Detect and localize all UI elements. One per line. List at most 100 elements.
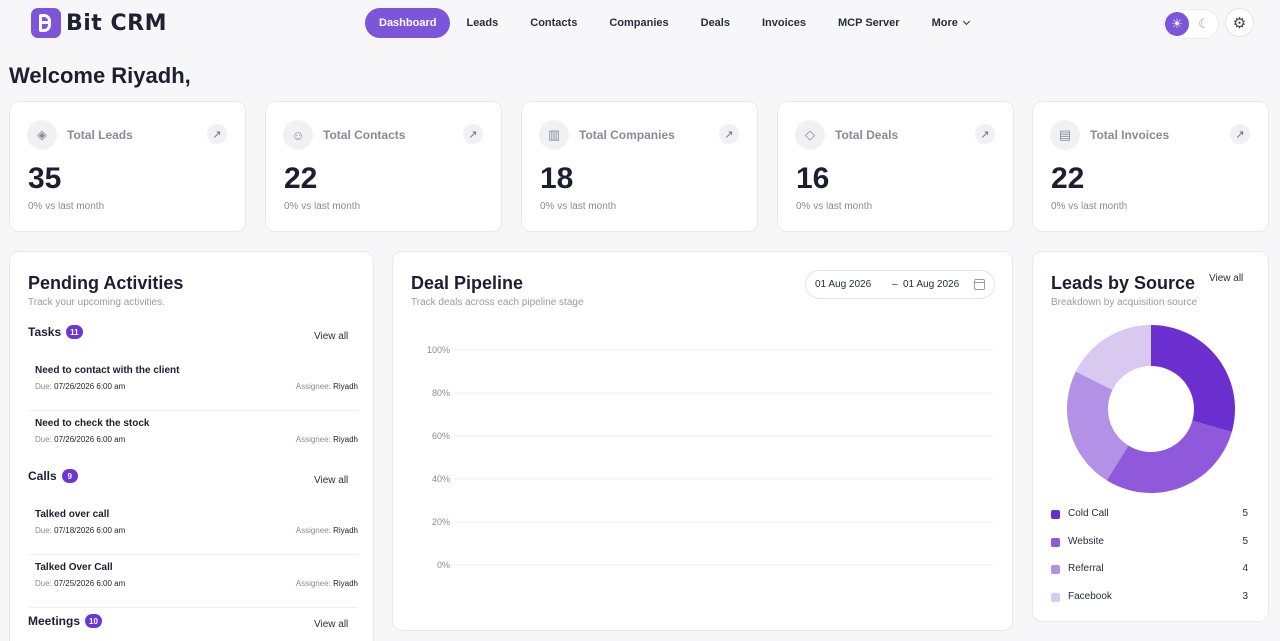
stat-value: 22 [284, 162, 318, 195]
due-label: Due: [35, 435, 55, 444]
main-nav: Dashboard Leads Contacts Companies Deals… [365, 8, 985, 38]
tasks-view-all-link[interactable]: View all [314, 331, 348, 342]
user-icon: ☺ [283, 120, 313, 150]
stat-card-leads[interactable]: ◈ Total Leads ↗ 35 0% vs last month [9, 101, 246, 232]
meetings-view-all-link[interactable]: View all [314, 619, 348, 630]
nav-item-deals[interactable]: Deals [685, 8, 746, 38]
stat-value: 22 [1051, 162, 1085, 195]
due-date: 07/26/2026 6:00 am [54, 382, 126, 391]
activity-title: Talked Over Call [35, 562, 113, 573]
stat-change: 0% vs last month [540, 201, 617, 212]
deal-pipeline-chart: 100% 80% 60% 40% 20% 0% [427, 345, 993, 570]
legend-swatch [1051, 565, 1060, 574]
welcome-heading: Welcome Riyadh, [9, 63, 191, 88]
stat-label: Total Deals [835, 128, 899, 142]
calls-view-all-link[interactable]: View all [314, 475, 348, 486]
sources-view-all-link[interactable]: View all [1209, 273, 1243, 284]
meetings-heading: Meetings 10 [28, 614, 102, 628]
stat-label: Total Leads [67, 128, 133, 142]
list-item[interactable]: Talked over call Due: 07/18/2026 6:00 am… [28, 509, 358, 555]
handshake-icon: ◇ [795, 120, 825, 150]
stat-card-companies[interactable]: ▥ Total Companies ↗ 18 0% vs last month [521, 101, 758, 232]
activity-due: Due: 07/26/2026 6:00 am [35, 435, 125, 444]
moon-icon[interactable]: ☾ [1192, 12, 1216, 36]
legend-value: 5 [1242, 508, 1248, 519]
divider [28, 554, 358, 555]
stat-change: 0% vs last month [796, 201, 873, 212]
chevron-down-icon [962, 17, 970, 26]
due-label: Due: [35, 382, 55, 391]
y-tick-label: 60% [432, 431, 450, 441]
divider [28, 607, 358, 608]
nav-item-invoices[interactable]: Invoices [746, 8, 822, 38]
date-range-picker[interactable]: 01 Aug 2026 – 01 Aug 2026 [805, 270, 995, 299]
donut-slice-website[interactable] [1106, 420, 1232, 493]
stat-value: 16 [796, 162, 830, 195]
y-tick-label: 20% [432, 517, 450, 527]
panel-subtitle: Breakdown by acquisition source [1051, 297, 1198, 308]
legend-label: Website [1068, 535, 1104, 547]
nav-item-contacts[interactable]: Contacts [514, 8, 593, 38]
activity-title: Need to contact with the client [35, 365, 180, 376]
nav-item-companies[interactable]: Companies [593, 8, 684, 38]
due-label: Due: [35, 526, 55, 535]
legend-value: 4 [1242, 563, 1248, 574]
stat-label: Total Companies [579, 128, 675, 142]
legend-item: Referral 4 [1051, 563, 1248, 577]
activity-assignee: Assignee: Riyadh [296, 579, 358, 588]
y-tick-label: 40% [432, 474, 450, 484]
legend-label: Facebook [1068, 590, 1112, 602]
arrow-up-right-icon[interactable]: ↗ [207, 124, 227, 144]
meetings-label: Meetings [28, 614, 81, 628]
nav-item-more[interactable]: More [916, 8, 985, 38]
leads-source-donut-chart [1067, 325, 1235, 493]
activity-due: Due: 07/18/2026 6:00 am [35, 526, 125, 535]
date-from: 01 Aug 2026 [815, 279, 872, 290]
app-name: Bit CRM [66, 10, 167, 36]
nav-more-label: More [931, 17, 958, 29]
donut-slice-cold-call[interactable] [1151, 325, 1235, 432]
legend-value: 3 [1242, 590, 1248, 602]
list-item[interactable]: Need to check the stock Due: 07/26/2026 … [28, 418, 358, 464]
activity-assignee: Assignee: Riyadh [296, 526, 358, 535]
date-to: 01 Aug 2026 [903, 279, 960, 290]
app-logo[interactable]: Bit CRM [31, 8, 167, 38]
stat-card-deals[interactable]: ◇ Total Deals ↗ 16 0% vs last month [777, 101, 1014, 232]
sun-icon[interactable]: ☀ [1165, 12, 1189, 36]
stat-label: Total Contacts [323, 128, 406, 142]
deal-pipeline-panel: Deal Pipeline Track deals across each pi… [392, 251, 1013, 631]
list-item[interactable]: Need to contact with the client Due: 07/… [28, 365, 358, 411]
assignee-name: Riyadh [333, 435, 358, 444]
stat-card-contacts[interactable]: ☺ Total Contacts ↗ 22 0% vs last month [265, 101, 502, 232]
activity-title: Need to check the stock [35, 418, 150, 429]
due-label: Due: [35, 579, 55, 588]
assignee-name: Riyadh [333, 579, 358, 588]
nav-item-dashboard[interactable]: Dashboard [365, 8, 451, 38]
y-tick-label: 0% [437, 560, 450, 570]
tasks-count-badge: 11 [66, 325, 83, 339]
leads-icon: ◈ [27, 120, 57, 150]
legend-item: Website 5 [1051, 536, 1248, 550]
gear-icon[interactable]: ⚙ [1225, 8, 1254, 37]
tasks-label: Tasks [28, 325, 62, 339]
divider [28, 410, 358, 411]
legend-swatch [1051, 537, 1060, 547]
arrow-up-right-icon[interactable]: ↗ [975, 124, 995, 144]
stat-card-invoices[interactable]: ▤ Total Invoices ↗ 22 0% vs last month [1032, 101, 1269, 232]
assignee-label: Assignee: [295, 526, 334, 535]
calls-count-badge: 9 [61, 469, 78, 483]
nav-item-leads[interactable]: Leads [450, 8, 514, 38]
arrow-up-right-icon[interactable]: ↗ [719, 124, 739, 144]
panel-title: Leads by Source [1051, 273, 1196, 293]
date-separator: – [892, 279, 898, 290]
nav-item-mcp-server[interactable]: MCP Server [822, 8, 916, 38]
due-date: 07/18/2026 6:00 am [54, 526, 126, 535]
assignee-name: Riyadh [333, 382, 358, 391]
arrow-up-right-icon[interactable]: ↗ [463, 124, 483, 144]
top-header: Bit CRM Dashboard Leads Contacts Compani… [0, 0, 1280, 48]
activity-title: Talked over call [35, 509, 110, 520]
activity-due: Due: 07/25/2026 6:00 am [35, 579, 125, 588]
arrow-up-right-icon[interactable]: ↗ [1230, 124, 1250, 144]
calls-heading: Calls 9 [28, 469, 78, 483]
list-item[interactable]: Talked Over Call Due: 07/25/2026 6:00 am… [28, 562, 358, 608]
